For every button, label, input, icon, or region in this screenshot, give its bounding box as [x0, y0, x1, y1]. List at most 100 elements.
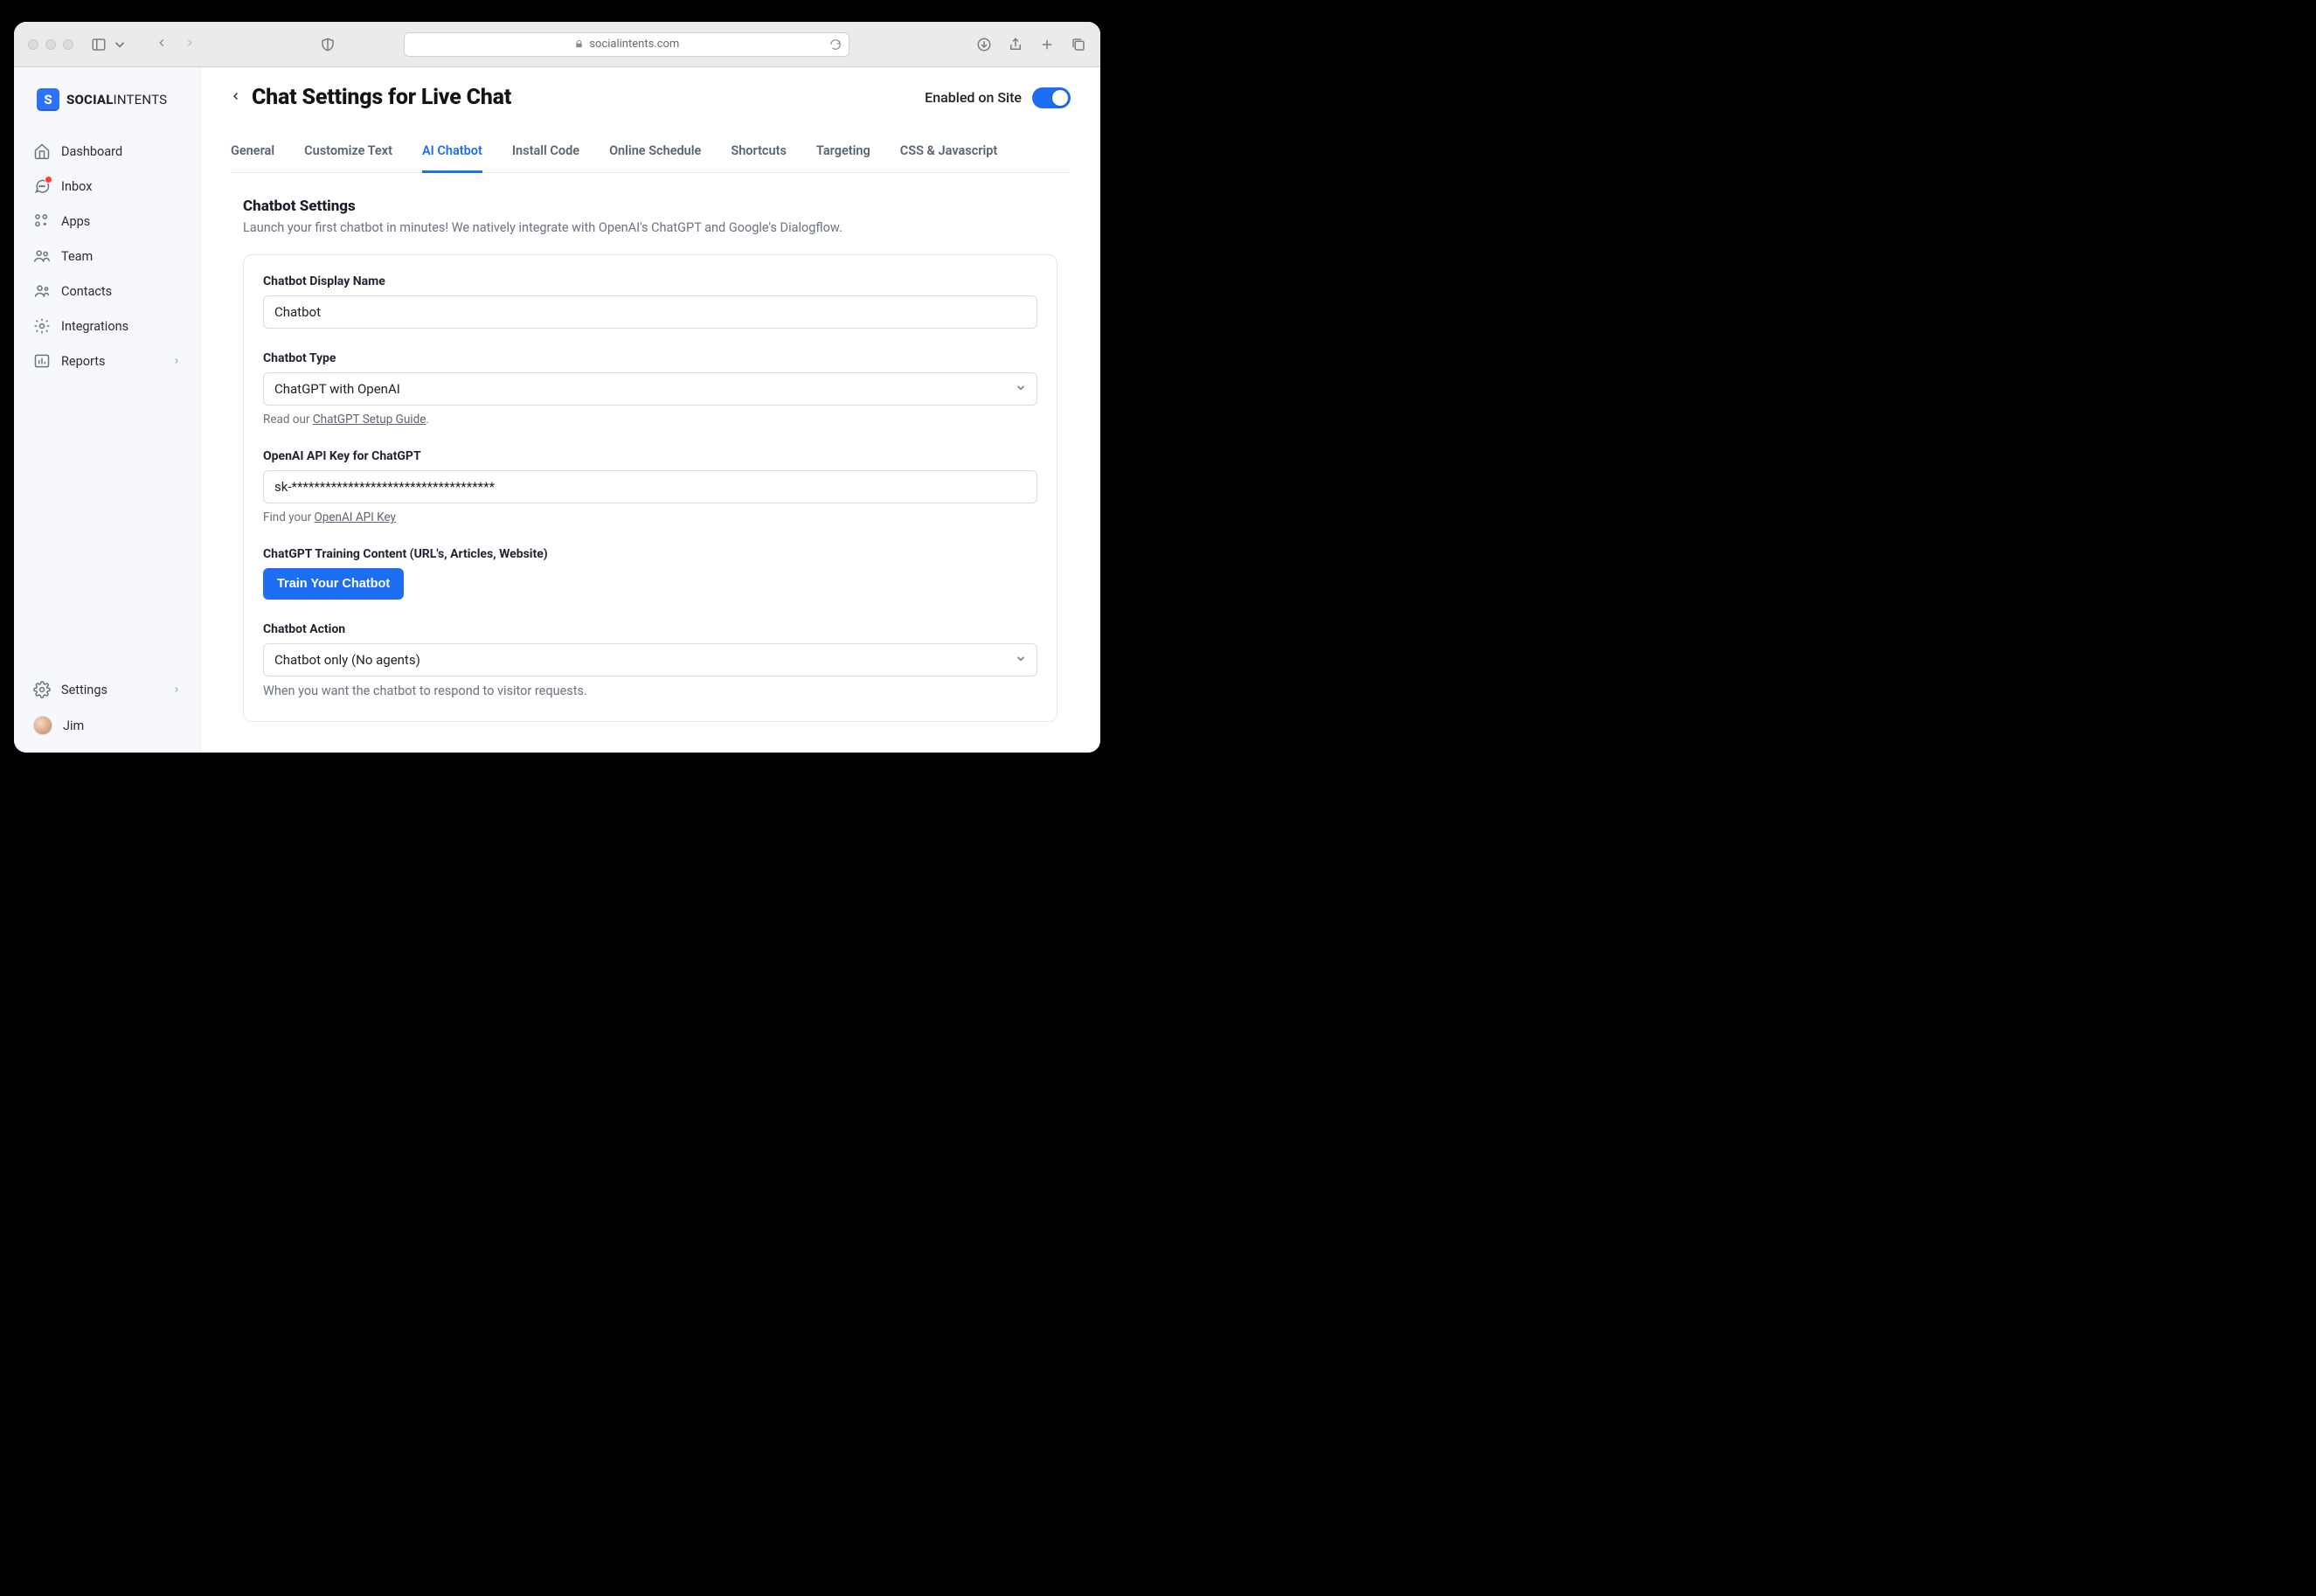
sidebar-user[interactable]: Jim	[14, 707, 200, 744]
tab-online-schedule[interactable]: Online Schedule	[609, 131, 701, 173]
url-bar[interactable]: socialintents.com	[404, 32, 849, 57]
user-name: Jim	[63, 718, 84, 733]
tab-shortcuts[interactable]: Shortcuts	[731, 131, 787, 173]
tabs: General Customize Text AI Chatbot Instal…	[231, 131, 1071, 173]
back-button[interactable]	[156, 36, 168, 52]
tab-customize-text[interactable]: Customize Text	[304, 131, 392, 173]
display-name-input[interactable]	[263, 295, 1037, 329]
sidebar-item-reports[interactable]: Reports	[14, 343, 200, 378]
settings-icon	[33, 681, 51, 698]
page-header: Chat Settings for Live Chat Enabled on S…	[231, 85, 1071, 110]
forward-button[interactable]	[184, 36, 196, 52]
section-heading: Chatbot Settings	[243, 198, 1057, 215]
logo-text: SOCIALINTENTS	[66, 92, 167, 108]
sidebar-item-label: Contacts	[61, 284, 112, 299]
new-tab-button[interactable]	[1039, 37, 1055, 52]
settings-panel: Chatbot Display Name Chatbot Type Read o…	[243, 254, 1057, 722]
sidebar-item-label: Settings	[61, 683, 107, 697]
enabled-label: Enabled on Site	[925, 89, 1022, 106]
chevron-right-icon	[172, 354, 181, 369]
sidebar-item-integrations[interactable]: Integrations	[14, 309, 200, 343]
sidebar-toggle-group[interactable]	[91, 37, 128, 52]
field-label: Chatbot Display Name	[263, 274, 1037, 288]
chevron-right-icon	[172, 683, 181, 697]
field-label: ChatGPT Training Content (URL's, Article…	[263, 547, 1037, 561]
logo[interactable]: S SOCIALINTENTS	[14, 83, 200, 128]
api-key-input[interactable]	[263, 470, 1037, 503]
train-chatbot-button[interactable]: Train Your Chatbot	[263, 568, 404, 600]
chart-icon	[33, 352, 51, 370]
sidebar-icon	[91, 37, 107, 52]
tabs-icon	[1071, 37, 1086, 52]
sidebar-item-label: Integrations	[61, 319, 128, 334]
notification-badge	[45, 176, 52, 184]
chevron-right-icon	[184, 37, 196, 49]
sidebar: S SOCIALINTENTS Dashboard Inbox	[14, 67, 201, 753]
sidebar-item-apps[interactable]: Apps	[14, 204, 200, 239]
enabled-toggle[interactable]	[1032, 87, 1071, 108]
lock-icon	[574, 39, 584, 49]
browser-window: socialintents.com S SOCIALINTENTS Dashbo…	[14, 22, 1100, 753]
chevron-left-icon	[231, 87, 241, 105]
maximize-window-button[interactable]	[63, 39, 73, 50]
field-chatbot-action: Chatbot Action When you want the chatbot…	[263, 622, 1037, 698]
api-key-link[interactable]: OpenAI API Key	[315, 510, 396, 524]
browser-titlebar: socialintents.com	[14, 22, 1100, 67]
field-label: Chatbot Type	[263, 351, 1037, 365]
page-title: Chat Settings for Live Chat	[252, 85, 511, 110]
avatar	[33, 716, 52, 735]
sidebar-item-contacts[interactable]: Contacts	[14, 274, 200, 309]
field-label: Chatbot Action	[263, 622, 1037, 636]
sidebar-item-label: Reports	[61, 354, 106, 369]
tab-general[interactable]: General	[231, 131, 274, 173]
tab-ai-chatbot[interactable]: AI Chatbot	[422, 131, 482, 173]
share-button[interactable]	[1008, 37, 1023, 52]
chevron-left-icon	[156, 37, 168, 49]
apps-icon	[33, 212, 51, 230]
reload-icon	[829, 38, 842, 51]
sidebar-item-inbox[interactable]: Inbox	[14, 169, 200, 204]
field-training: ChatGPT Training Content (URL's, Article…	[263, 547, 1037, 600]
team-icon	[33, 247, 51, 265]
field-display-name: Chatbot Display Name	[263, 274, 1037, 329]
field-label: OpenAI API Key for ChatGPT	[263, 449, 1037, 463]
back-button[interactable]	[231, 87, 241, 108]
traffic-lights	[28, 39, 73, 50]
plus-icon	[1039, 37, 1055, 52]
downloads-button[interactable]	[976, 37, 992, 52]
chat-icon	[33, 177, 51, 195]
tab-css-js[interactable]: CSS & Javascript	[900, 131, 998, 173]
tab-targeting[interactable]: Targeting	[816, 131, 870, 173]
close-window-button[interactable]	[28, 39, 38, 50]
helper-text: Read our ChatGPT Setup Guide.	[263, 413, 1037, 427]
tab-install-code[interactable]: Install Code	[512, 131, 579, 173]
helper-text: Find your OpenAI API Key	[263, 510, 1037, 524]
sidebar-item-label: Inbox	[61, 179, 92, 194]
chatbot-action-select[interactable]	[263, 643, 1037, 677]
logo-badge: S	[37, 88, 59, 111]
sidebar-item-team[interactable]: Team	[14, 239, 200, 274]
setup-guide-link[interactable]: ChatGPT Setup Guide	[313, 413, 426, 427]
download-icon	[976, 37, 992, 52]
section-subheading: Launch your first chatbot in minutes! We…	[243, 220, 1057, 235]
url-text: socialintents.com	[589, 38, 679, 51]
minimize-window-button[interactable]	[45, 39, 56, 50]
sidebar-item-label: Team	[61, 249, 93, 264]
field-api-key: OpenAI API Key for ChatGPT Find your Ope…	[263, 449, 1037, 524]
main-content: Chat Settings for Live Chat Enabled on S…	[201, 67, 1100, 753]
chatbot-settings-section: Chatbot Settings Launch your first chatb…	[231, 173, 1070, 722]
sidebar-nav: Dashboard Inbox Apps Team	[14, 128, 200, 378]
helper-text: When you want the chatbot to respond to …	[263, 684, 1037, 698]
contacts-icon	[33, 282, 51, 300]
chevron-down-icon	[112, 37, 128, 52]
gear-icon	[33, 317, 51, 335]
sidebar-item-dashboard[interactable]: Dashboard	[14, 134, 200, 169]
chatbot-type-select[interactable]	[263, 372, 1037, 406]
share-icon	[1008, 37, 1023, 52]
sidebar-item-settings[interactable]: Settings	[14, 672, 200, 707]
privacy-shield-button[interactable]	[320, 37, 336, 52]
sidebar-item-label: Dashboard	[61, 144, 122, 159]
field-chatbot-type: Chatbot Type Read our ChatGPT Setup Guid…	[263, 351, 1037, 427]
sidebar-item-label: Apps	[61, 214, 90, 229]
tabs-overview-button[interactable]	[1071, 37, 1086, 52]
